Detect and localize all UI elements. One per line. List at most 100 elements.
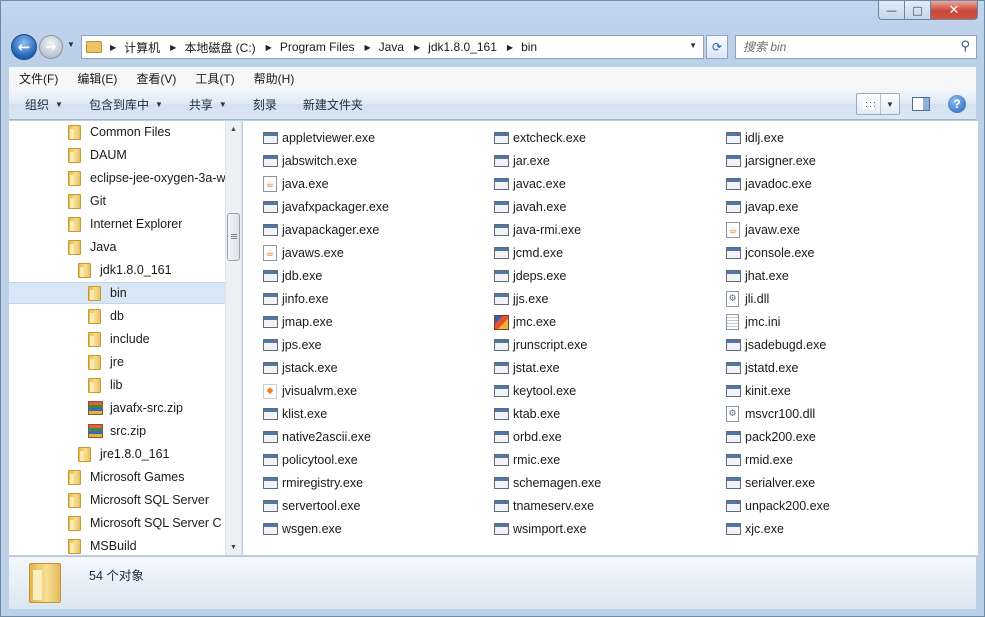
breadcrumb-java[interactable]: Java — [379, 40, 404, 54]
menu-file[interactable]: 文件(F) — [9, 70, 67, 87]
file-item[interactable]: jabswitch.exe — [263, 150, 357, 172]
file-item[interactable]: klist.exe — [263, 403, 327, 425]
tree-item[interactable]: Microsoft Games — [9, 466, 225, 488]
chevron-right-icon[interactable]: ▶ — [170, 43, 176, 52]
file-item[interactable]: jdeps.exe — [494, 265, 567, 287]
breadcrumb-program-files[interactable]: Program Files — [280, 40, 355, 54]
breadcrumb-bin[interactable]: bin — [521, 40, 537, 54]
tree-item[interactable]: MSBuild — [9, 535, 225, 555]
file-item[interactable]: jdb.exe — [263, 265, 322, 287]
tree-item[interactable]: bin — [9, 282, 225, 304]
file-item[interactable]: javadoc.exe — [726, 173, 812, 195]
file-item[interactable]: ◆ jvisualvm.exe — [263, 380, 357, 402]
file-item[interactable]: ☕ javaw.exe — [726, 219, 800, 241]
file-item[interactable]: javapackager.exe — [263, 219, 379, 241]
file-item[interactable]: idlj.exe — [726, 127, 784, 149]
file-item[interactable]: ktab.exe — [494, 403, 560, 425]
address-bar[interactable]: ▶ 计算机 ▶ 本地磁盘 (C:) ▶ Program Files ▶ Java… — [81, 35, 704, 59]
file-item[interactable]: jstack.exe — [263, 357, 338, 379]
file-item[interactable]: jar.exe — [494, 150, 550, 172]
file-item[interactable]: jstat.exe — [494, 357, 560, 379]
minimize-button[interactable]: — — [878, 1, 905, 20]
scroll-down-icon[interactable]: ▼ — [226, 539, 241, 555]
file-item[interactable]: policytool.exe — [263, 449, 358, 471]
search-input[interactable] — [743, 40, 943, 54]
tree-item[interactable]: jre1.8.0_161 — [9, 443, 225, 465]
file-item[interactable]: jstatd.exe — [726, 357, 799, 379]
chevron-right-icon[interactable]: ▶ — [414, 43, 420, 52]
scroll-up-icon[interactable]: ▲ — [226, 121, 241, 137]
file-item[interactable]: extcheck.exe — [494, 127, 586, 149]
preview-pane-icon[interactable] — [912, 97, 930, 111]
file-item[interactable]: wsimport.exe — [494, 518, 587, 540]
file-item[interactable]: javah.exe — [494, 196, 567, 218]
tree-item[interactable]: eclipse-jee-oxygen-3a-w — [9, 167, 225, 189]
file-item[interactable]: ☕ javaws.exe — [263, 242, 344, 264]
file-item[interactable]: ⚙ jli.dll — [726, 288, 769, 310]
menu-help[interactable]: 帮助(H) — [244, 70, 304, 87]
search-box[interactable]: ⚲ — [735, 35, 977, 59]
breadcrumb-local-disk[interactable]: 本地磁盘 (C:) — [184, 39, 255, 56]
refresh-button[interactable]: ⟳ — [706, 35, 728, 59]
view-options-dropdown-icon[interactable]: ▼ — [881, 100, 899, 109]
file-item[interactable]: jhat.exe — [726, 265, 789, 287]
file-item[interactable]: tnameserv.exe — [494, 495, 594, 517]
file-item[interactable]: jps.exe — [263, 334, 322, 356]
chevron-right-icon[interactable]: ▶ — [266, 43, 272, 52]
file-item[interactable]: jmc.exe — [494, 311, 556, 333]
file-item[interactable]: jinfo.exe — [263, 288, 329, 310]
tree-item[interactable]: Common Files — [9, 121, 225, 143]
file-item[interactable]: ⚙ msvcr100.dll — [726, 403, 815, 425]
file-item[interactable]: jsadebugd.exe — [726, 334, 826, 356]
chevron-right-icon[interactable]: ▶ — [110, 43, 116, 52]
search-icon[interactable]: ⚲ — [960, 39, 970, 54]
file-item[interactable]: unpack200.exe — [726, 495, 830, 517]
tree-item[interactable]: lib — [9, 374, 225, 396]
file-item[interactable]: pack200.exe — [726, 426, 816, 448]
file-item[interactable]: schemagen.exe — [494, 472, 601, 494]
help-icon[interactable]: ? — [948, 95, 966, 113]
file-item[interactable]: kinit.exe — [726, 380, 791, 402]
file-item[interactable]: jmc.ini — [726, 311, 780, 333]
file-item[interactable]: ☕ java.exe — [263, 173, 329, 195]
breadcrumb-jdk[interactable]: jdk1.8.0_161 — [428, 40, 497, 54]
burn-button[interactable]: 刻录 — [237, 96, 287, 113]
breadcrumb-computer[interactable]: 计算机 — [124, 39, 160, 56]
file-item[interactable]: jcmd.exe — [494, 242, 563, 264]
file-item[interactable]: javac.exe — [494, 173, 566, 195]
tree-item[interactable]: Git — [9, 190, 225, 212]
file-item[interactable]: keytool.exe — [494, 380, 576, 402]
file-item[interactable]: javap.exe — [726, 196, 799, 218]
maximize-button[interactable]: □ — [905, 1, 931, 20]
new-folder-button[interactable]: 新建文件夹 — [287, 96, 373, 113]
view-grid-area[interactable] — [857, 94, 881, 114]
tree-item[interactable]: Microsoft SQL Server C — [9, 512, 225, 534]
tree-item[interactable]: DAUM — [9, 144, 225, 166]
file-item[interactable]: wsgen.exe — [263, 518, 342, 540]
file-item[interactable]: orbd.exe — [494, 426, 562, 448]
tree-item[interactable]: jdk1.8.0_161 — [9, 259, 225, 281]
file-item[interactable]: jmap.exe — [263, 311, 333, 333]
menu-view[interactable]: 查看(V) — [126, 70, 185, 87]
file-item[interactable]: rmid.exe — [726, 449, 793, 471]
close-button[interactable]: ✕ — [931, 1, 978, 20]
chevron-right-icon[interactable]: ▶ — [507, 43, 513, 52]
file-item[interactable]: serialver.exe — [726, 472, 815, 494]
file-item[interactable]: xjc.exe — [726, 518, 784, 540]
organize-button[interactable]: 组织 ▼ — [9, 96, 73, 113]
file-item[interactable]: jrunscript.exe — [494, 334, 587, 356]
menu-edit[interactable]: 编辑(E) — [67, 70, 126, 87]
file-item[interactable]: native2ascii.exe — [263, 426, 371, 448]
file-item[interactable]: jarsigner.exe — [726, 150, 816, 172]
address-dropdown-icon[interactable]: ▼ — [689, 41, 697, 50]
menu-tools[interactable]: 工具(T) — [185, 70, 243, 87]
file-item[interactable]: rmiregistry.exe — [263, 472, 363, 494]
file-item[interactable]: rmic.exe — [494, 449, 560, 471]
tree-item[interactable]: jre — [9, 351, 225, 373]
file-item[interactable]: java-rmi.exe — [494, 219, 581, 241]
chevron-right-icon[interactable]: ▶ — [365, 43, 371, 52]
file-item[interactable]: jjs.exe — [494, 288, 548, 310]
recent-pages-dropdown-icon[interactable]: ▼ — [67, 40, 75, 49]
tree-item[interactable]: javafx-src.zip — [9, 397, 225, 419]
include-in-library-button[interactable]: 包含到库中 ▼ — [73, 96, 173, 113]
